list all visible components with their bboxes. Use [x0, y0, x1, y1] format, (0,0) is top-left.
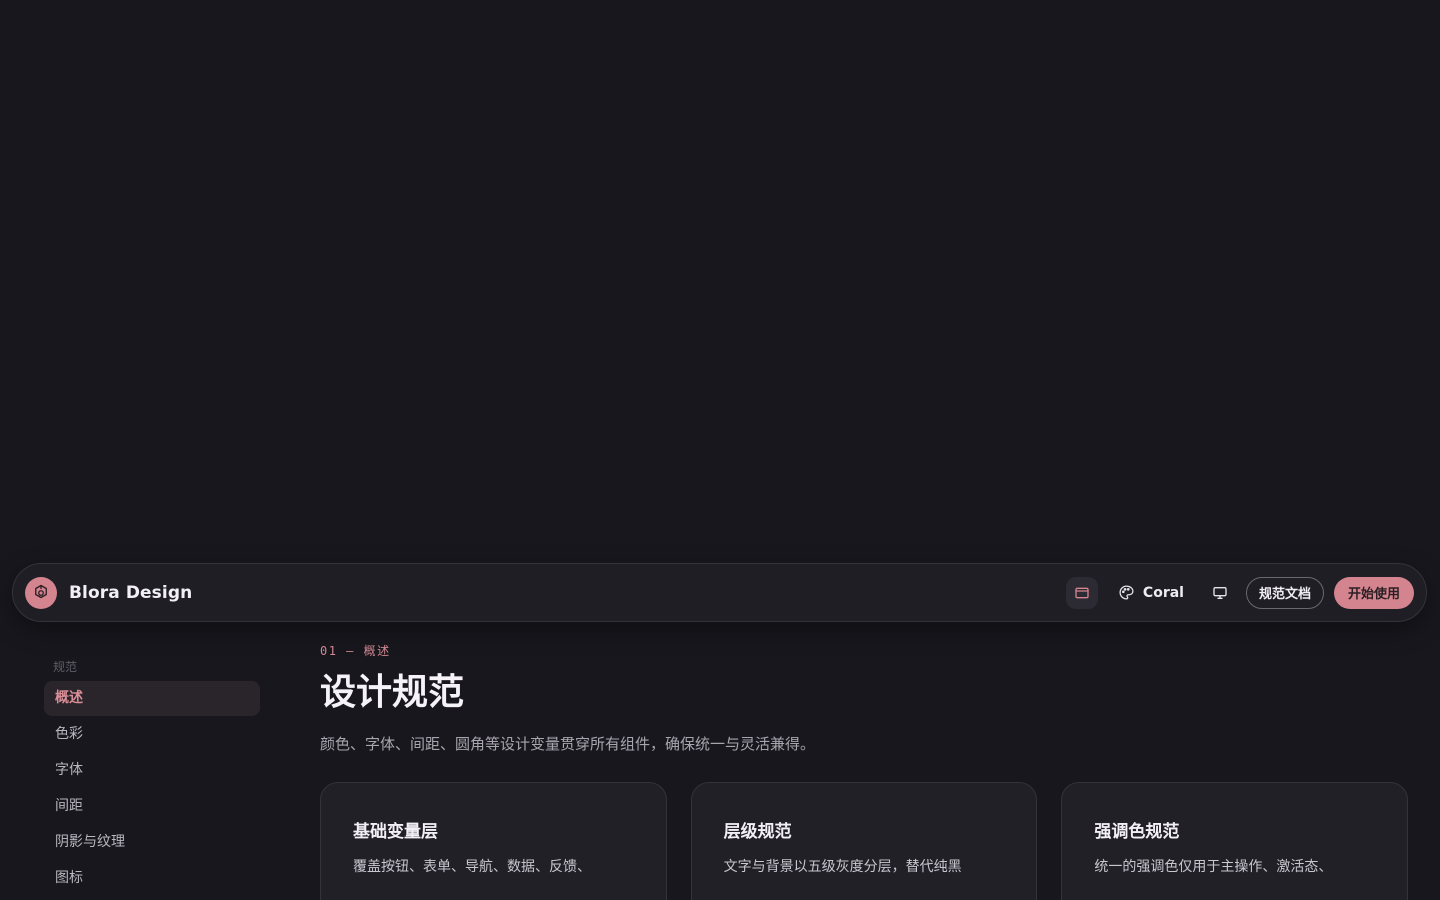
docs-button[interactable]: 规范文档: [1245, 576, 1324, 609]
window-icon: [1075, 587, 1089, 598]
section-eyebrow: 01 — 概述: [320, 644, 391, 658]
brand[interactable]: Blora Design: [25, 576, 193, 609]
card-text: 统一的强调色仅用于主操作、激活态、: [1094, 859, 1333, 875]
sidebar-item-colors[interactable]: 色彩: [44, 717, 260, 752]
sidebar-section-title: 规范: [53, 660, 78, 674]
page-title: 设计规范: [320, 672, 465, 713]
card-title: 基础变量层: [353, 822, 438, 842]
sidebar: 规范 概述 色彩 字体 间距 阴影与纹理 图标: [44, 656, 260, 896]
sidebar-item-shadows[interactable]: 阴影与纹理: [44, 825, 260, 860]
page: Blora Design Coral 规范文档 开始使用 规范 概述 色彩 字体…: [0, 0, 1440, 900]
navbar-actions: Coral 规范文档 开始使用: [1065, 576, 1414, 609]
feature-card-hierarchy: 层级规范 文字与背景以五级灰度分层，替代纯黑: [690, 782, 1038, 900]
main-content: 01 — 概述 设计规范 颜色、字体、间距、圆角等设计变量贯穿所有组件，确保统一…: [320, 640, 1409, 900]
card-title: 层级规范: [723, 822, 792, 842]
feature-cards: 基础变量层 覆盖按钮、表单、导航、数据、反馈、 层级规范 文字与背景以五级灰度分…: [320, 782, 1409, 900]
feature-card-variables: 基础变量层 覆盖按钮、表单、导航、数据、反馈、: [320, 782, 667, 900]
palette-icon: [1119, 585, 1134, 600]
get-started-button[interactable]: 开始使用: [1333, 576, 1414, 609]
feature-card-accent: 强调色规范 统一的强调色仅用于主操作、激活态、: [1061, 782, 1409, 900]
layout-toggle-button[interactable]: [1065, 576, 1098, 609]
top-navbar: Blora Design Coral 规范文档 开始使用: [12, 563, 1427, 622]
card-title: 强调色规范: [1094, 822, 1180, 842]
brand-logo-icon: [25, 576, 57, 609]
sidebar-item-spacing[interactable]: 间距: [44, 789, 260, 824]
card-text: 覆盖按钮、表单、导航、数据、反馈、: [353, 859, 591, 875]
theme-switcher-button[interactable]: Coral: [1108, 577, 1194, 609]
card-text: 文字与背景以五级灰度分层，替代纯黑: [723, 859, 962, 875]
monitor-icon: [1213, 586, 1227, 599]
sidebar-item-typography[interactable]: 字体: [44, 753, 260, 788]
theme-label: Coral: [1142, 584, 1184, 601]
sidebar-item-icons[interactable]: 图标: [44, 861, 260, 896]
sidebar-item-overview[interactable]: 概述: [44, 681, 260, 716]
display-mode-button[interactable]: [1204, 577, 1236, 609]
page-description: 颜色、字体、间距、圆角等设计变量贯穿所有组件，确保统一与灵活兼得。: [320, 735, 816, 753]
brand-name: Blora Design: [69, 582, 193, 603]
